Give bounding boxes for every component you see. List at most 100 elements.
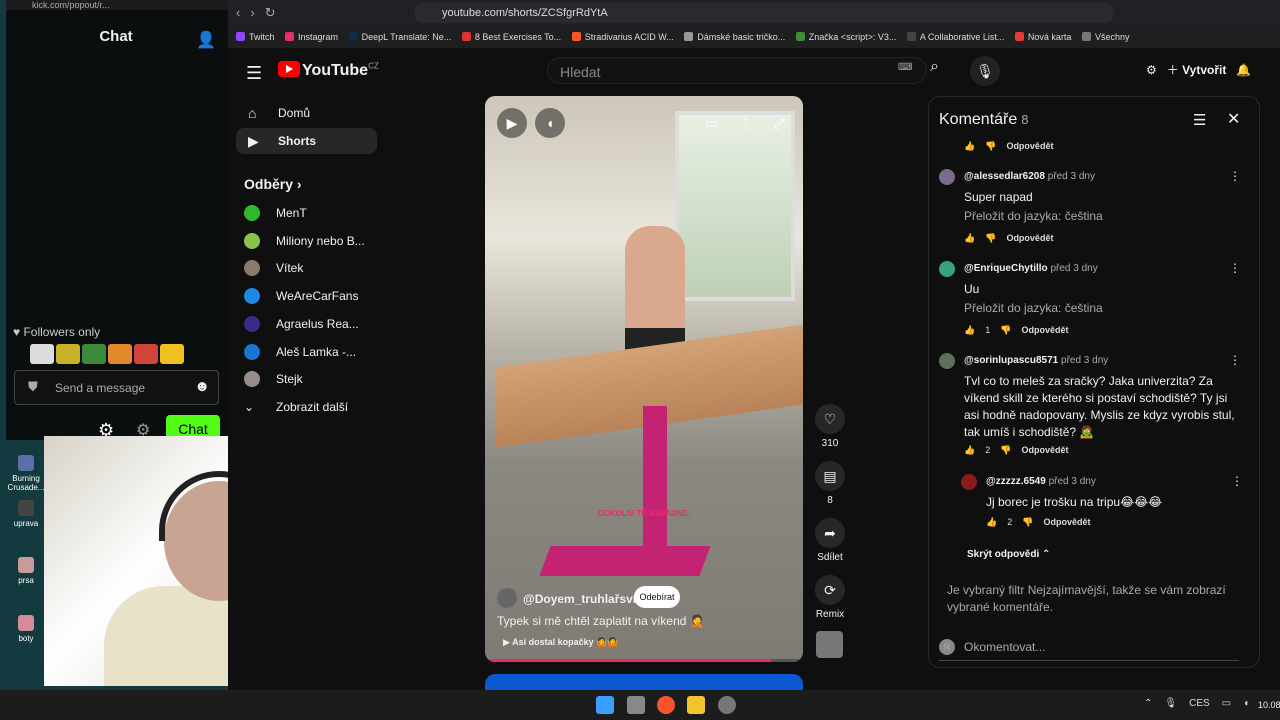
like-button[interactable]: ♡ 310 — [810, 404, 850, 449]
subscription-item[interactable]: Miliony nebo B... — [244, 230, 374, 252]
bookmark-nova-karta[interactable]: Nová karta — [1014, 26, 1071, 48]
brave-browser-icon[interactable] — [657, 696, 675, 714]
channel-name[interactable]: @Doyem_truhlařsví — [497, 588, 636, 608]
short-video-player[interactable]: ▶ ◖ ▭ ⋮ ⤢ COKOLIV TĚ NAPADNE. @Doyem_tru… — [485, 96, 803, 662]
create-button[interactable]: ＋ Vytvořit — [1167, 63, 1227, 77]
microphone-icon[interactable]: 🎙 — [1164, 698, 1177, 709]
comment-avatar[interactable] — [939, 353, 955, 369]
desktop-icon-uprava[interactable]: uprava — [4, 500, 48, 528]
bookmark-instagram[interactable]: Instagram — [285, 26, 338, 48]
emote-icon[interactable] — [108, 344, 132, 364]
play-icon[interactable]: ▶ — [497, 108, 527, 138]
video-progress-bar[interactable] — [485, 659, 803, 662]
chevron-up-icon[interactable]: ⌃ — [1144, 698, 1152, 709]
sort-icon[interactable]: ☰ — [1193, 111, 1206, 129]
extension-icon[interactable]: ⚙ — [1146, 63, 1157, 77]
subscription-item[interactable]: Aleš Lamka -... — [244, 341, 374, 363]
microphone-icon[interactable]: 🎙 — [970, 56, 1000, 86]
emote-icon[interactable] — [82, 344, 106, 364]
translate-link[interactable]: Přeložit do jazyka: čeština — [964, 209, 1103, 223]
comments-button[interactable]: ▤ 8 — [810, 461, 850, 506]
youtube-logo[interactable]: YouTubeCZ — [278, 61, 379, 80]
thumbs-up-icon[interactable]: 👍 — [964, 445, 975, 455]
desktop-icon-boty[interactable]: boty — [4, 615, 48, 643]
emote-icon[interactable] — [56, 344, 80, 364]
address-bar[interactable]: youtube.com/shorts/ZCSfgrRdYtA — [414, 3, 1114, 23]
subscription-item[interactable]: MenT — [244, 202, 374, 224]
captions-icon[interactable]: ▭ — [697, 108, 727, 138]
bookmark-deepl[interactable]: DeepL Translate: Ne... — [348, 26, 451, 48]
thumbs-up-icon[interactable]: 👍 — [964, 141, 975, 151]
close-icon[interactable]: ✕ — [1227, 109, 1240, 129]
reply-button[interactable]: Odpovědět — [1021, 445, 1068, 455]
remix-button[interactable]: ⟳ Remix — [810, 575, 850, 620]
bookmark-twitch[interactable]: Twitch — [236, 26, 275, 48]
search-icon[interactable]: ⌕ — [930, 58, 939, 76]
fullscreen-icon[interactable]: ⤢ — [764, 108, 794, 138]
next-short-preview[interactable] — [485, 674, 803, 690]
sidebar-item-home[interactable]: ⌂ Domů — [236, 100, 377, 126]
kick-url-bar[interactable]: kick.com/popout/r... — [6, 0, 228, 10]
forward-icon[interactable]: › — [250, 5, 264, 20]
author-handle[interactable]: @EnriqueChytillo — [964, 263, 1048, 274]
thumbs-up-icon[interactable]: 👍 — [964, 233, 975, 243]
more-options-icon[interactable]: ⋮ — [1229, 169, 1241, 183]
reply-button[interactable]: Odpovědět — [1006, 141, 1053, 151]
emote-icon[interactable] — [134, 344, 158, 364]
nav-buttons[interactable]: ‹›↻ — [236, 5, 286, 21]
more-options-icon[interactable]: ⋮ — [731, 108, 761, 138]
desktop-icon-burning-crusade[interactable]: Burning Crusade... — [4, 455, 48, 492]
bookmark-collab-list[interactable]: A Collaborative List... — [906, 26, 1004, 48]
thumbs-down-icon[interactable]: 👎 — [1000, 325, 1011, 335]
thumbs-down-icon[interactable]: 👎 — [1000, 445, 1011, 455]
language-indicator[interactable]: CES — [1189, 698, 1210, 709]
search-input[interactable]: Hledat — [547, 57, 927, 84]
thumbs-down-icon[interactable]: 👎 — [985, 141, 996, 151]
subscriptions-heading[interactable]: Odběry › — [244, 176, 302, 192]
reply-button[interactable]: Odpovědět — [1021, 325, 1068, 335]
more-options-icon[interactable]: ⋮ — [1231, 474, 1243, 488]
comment-avatar[interactable] — [939, 261, 955, 277]
volume-icon[interactable]: ◖ — [1243, 698, 1249, 709]
comment-avatar[interactable] — [939, 169, 955, 185]
subscription-item[interactable]: Agraelus Rea... — [244, 313, 374, 335]
message-input[interactable]: ⛊ Send a message ☻ — [14, 370, 219, 405]
clock[interactable]: 10.08 — [1258, 700, 1280, 710]
thumbs-up-icon[interactable]: 👍 — [964, 325, 975, 335]
back-icon[interactable]: ‹ — [236, 5, 250, 20]
file-explorer-icon[interactable] — [687, 696, 705, 714]
bookmark-stradivarius[interactable]: Stradivarius ACID W... — [571, 26, 674, 48]
volume-icon[interactable]: ◖ — [535, 108, 565, 138]
subscription-item[interactable]: WeAreCarFans — [244, 285, 374, 307]
bookmark-vsechny[interactable]: Všechny — [1081, 26, 1130, 48]
emoji-icon[interactable]: ☻ — [194, 378, 210, 395]
bookmark-exercises[interactable]: 8 Best Exercises To... — [461, 26, 561, 48]
bookmark-tricko[interactable]: Dámské basic tričko... — [684, 26, 785, 48]
translate-link[interactable]: Přeložit do jazyka: čeština — [964, 301, 1103, 315]
sidebar-item-shorts[interactable]: ▶ Shorts — [236, 128, 377, 154]
task-view-icon[interactable] — [627, 696, 645, 714]
author-handle[interactable]: @alessedlar6208 — [964, 171, 1045, 182]
show-more-subscriptions[interactable]: ⌄ Zobrazit další — [244, 396, 374, 418]
more-options-icon[interactable]: ⋮ — [1229, 353, 1241, 367]
emote-icon[interactable] — [30, 344, 54, 364]
sound-thumbnail[interactable] — [816, 631, 843, 658]
subscribe-button[interactable]: Odebírat — [634, 586, 680, 608]
keyboard-icon[interactable]: ⌨ — [898, 62, 912, 73]
network-icon[interactable]: ▭ — [1222, 698, 1231, 709]
desktop-icon-prsa[interactable]: prsa — [4, 557, 48, 585]
thumbs-down-icon[interactable]: 👎 — [985, 233, 996, 243]
music-link[interactable]: ▶ Asi dostal kopačky 🤷🤷 — [503, 637, 619, 648]
reply-button[interactable]: Odpovědět — [1043, 517, 1090, 527]
start-icon[interactable] — [596, 696, 614, 714]
thumbs-up-icon[interactable]: 👍 — [986, 517, 997, 527]
bookmark-script[interactable]: Značka <script>: V3... — [795, 26, 896, 48]
thumbs-down-icon[interactable]: 👎 — [1022, 517, 1033, 527]
hamburger-menu-icon[interactable]: ☰ — [246, 63, 262, 84]
subscription-item[interactable]: Stejk — [244, 368, 374, 390]
emote-icon[interactable] — [160, 344, 184, 364]
reload-icon[interactable]: ↻ — [265, 5, 286, 20]
chrome-icon[interactable] — [718, 696, 736, 714]
author-handle[interactable]: @zzzzz.6549 — [986, 476, 1046, 487]
share-button[interactable]: ➦ Sdílet — [810, 518, 850, 563]
